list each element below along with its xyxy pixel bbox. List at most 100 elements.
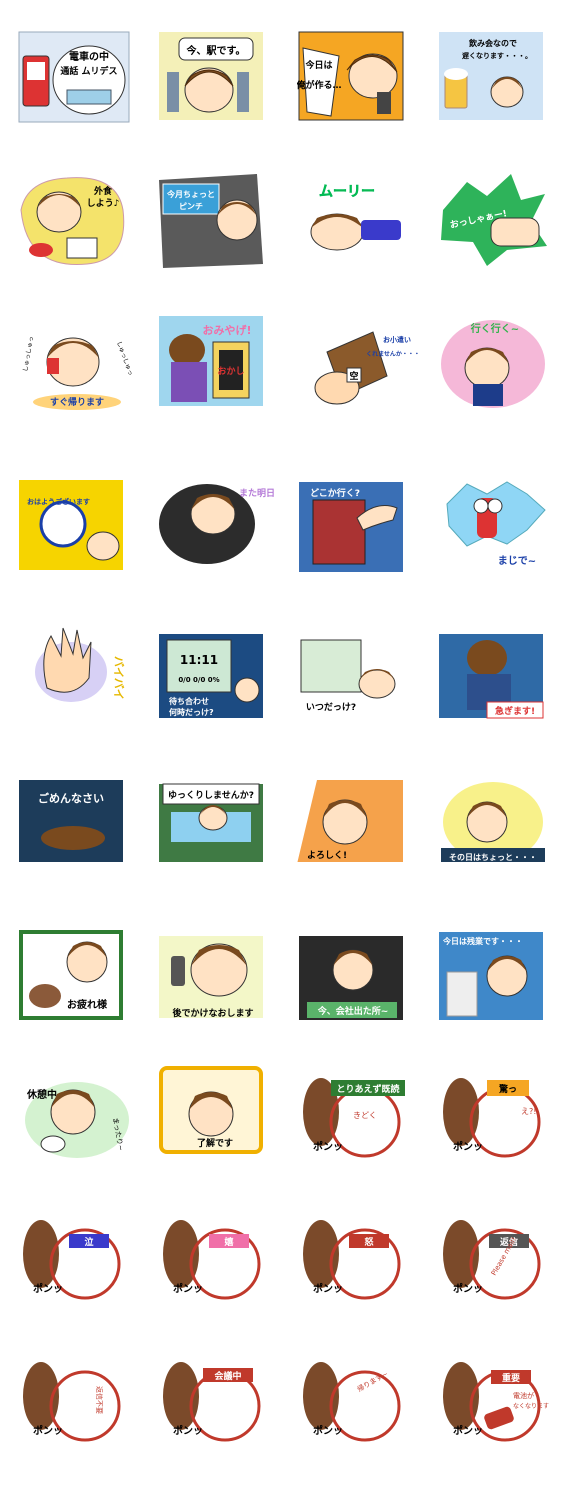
- sticker-that-day[interactable]: その日はちょっと・・・: [437, 738, 561, 862]
- label: 俺が作る…: [297, 79, 342, 91]
- sticker-art: 飲み会なので 遅くなります・・・。: [439, 32, 543, 120]
- label: ポンッ: [453, 1424, 483, 1437]
- sticker-eat-out[interactable]: 外食 しよう♪: [17, 170, 141, 294]
- label: おかし: [217, 366, 244, 377]
- label: 今、駅です。: [186, 44, 246, 57]
- sticker-art: すぐ帰ります しゅっしゅっ しゅっしゅっ: [19, 316, 134, 412]
- label: 今、会社出た所~: [317, 1005, 389, 1017]
- sticker-souvenir[interactable]: おみやげ! おかし: [157, 312, 281, 436]
- sticker-allowance[interactable]: 空 お小遣い くれませんか・・・: [297, 312, 421, 436]
- sticker-at-station[interactable]: 今、駅です。: [157, 28, 281, 152]
- sticker-art: おはようございます: [19, 480, 123, 570]
- sticker-money-tight[interactable]: 今月ちょっと ピンチ: [157, 170, 281, 294]
- sticker-stamp-angry[interactable]: 怒 ポンッ: [297, 1176, 421, 1300]
- sticker-art: 11:11 0/0 0/0 0% 待ち合わせ 何時だっけ?: [159, 634, 263, 718]
- sticker-stamp-happy[interactable]: 嬉 ポンッ: [157, 1176, 281, 1300]
- sticker-lets-go[interactable]: 行く行く~: [437, 312, 561, 436]
- sticker-stamp-no-reply[interactable]: ポンッ 返信不要: [17, 1318, 141, 1442]
- sticker-art: その日はちょっと・・・: [441, 782, 545, 862]
- sticker-art: どこか行く?: [299, 482, 403, 572]
- sticker-art: 急ぎます!: [439, 634, 544, 719]
- label: おはようございます: [27, 497, 90, 506]
- sticker-art: 今日は残業です・・・: [439, 932, 543, 1020]
- label: まじで~: [498, 555, 536, 567]
- label: どこか行く?: [310, 487, 360, 499]
- sticker-good-morning[interactable]: おはようございます: [17, 454, 141, 578]
- sticker-bye-bye[interactable]: バイバイ: [17, 596, 141, 720]
- sticker-art: 休憩中 まったり~: [25, 1082, 129, 1158]
- label: 電車の中: [69, 50, 109, 63]
- sticker-in-a-hurry[interactable]: 急ぎます!: [437, 596, 561, 720]
- sticker-meeting-time[interactable]: 11:11 0/0 0/0 0% 待ち合わせ 何時だっけ?: [157, 596, 281, 720]
- label: ポンッ: [313, 1140, 343, 1153]
- label: お小遣い: [383, 335, 411, 344]
- sticker-see-you-tomorrow[interactable]: また明日: [157, 454, 281, 578]
- sticker-hot-spring[interactable]: ゆっくりしませんか?: [157, 738, 281, 862]
- sticker-art: ゆっくりしませんか?: [159, 783, 263, 862]
- sticker-stamp-reply[interactable]: 返信 ポンッ Please mail!: [437, 1176, 561, 1300]
- sticker-art: 外食 しよう♪: [20, 177, 125, 266]
- sticker-art: 今、駅です。: [159, 32, 263, 120]
- sticker-art: まじで~: [446, 481, 546, 567]
- sticker-seriously[interactable]: まじで~: [437, 454, 561, 578]
- sticker-art: バイバイ: [19, 616, 129, 716]
- sticker-regards[interactable]: よろしく!: [297, 738, 421, 862]
- sticker-art: 後でかけなおします: [159, 936, 263, 1019]
- sticker-left-office[interactable]: 今、会社出た所~: [297, 896, 421, 1020]
- sticker-stamp-read[interactable]: とりあえず既読 ポンッ きどく: [297, 1034, 421, 1158]
- sticker-art: ポンッ 返信不要: [23, 1362, 121, 1442]
- label: 待ち合わせ: [168, 696, 209, 706]
- label: その日はちょっと・・・: [449, 853, 537, 862]
- label: 今月ちょっと: [166, 189, 215, 199]
- sticker-alright[interactable]: おっしゃぁー!: [437, 170, 561, 294]
- sticker-going-somewhere[interactable]: どこか行く?: [297, 454, 421, 578]
- sticker-art: お疲れ様: [19, 930, 123, 1020]
- sticker-understood[interactable]: 了解です: [157, 1034, 281, 1158]
- sticker-art: ポンッ 帰ります~: [303, 1362, 401, 1442]
- sticker-art: 了解です: [159, 1066, 263, 1154]
- label: 驚っ: [498, 1083, 517, 1095]
- label: しよう♪: [87, 198, 120, 209]
- label: ポンッ: [173, 1282, 203, 1295]
- sticker-art: よろしく!: [297, 780, 403, 862]
- sticker-when-was-it[interactable]: いつだっけ?: [297, 596, 421, 720]
- sticker-good-work[interactable]: お疲れ様: [17, 896, 141, 1020]
- label: 何時だっけ?: [169, 707, 214, 717]
- sticker-art: 空 お小遣い くれませんか・・・: [299, 316, 420, 412]
- sticker-drinking-party[interactable]: 飲み会なので 遅くなります・・・。: [437, 28, 561, 152]
- label: 了解です: [197, 1137, 233, 1149]
- label: とりあえず既読: [336, 1083, 399, 1095]
- sticker-stamp-going-home[interactable]: ポンッ 帰ります~: [297, 1318, 421, 1442]
- sticker-stamp-cry[interactable]: 泣 ポンッ: [17, 1176, 141, 1300]
- label: ピンチ: [179, 201, 203, 211]
- sticker-train-call[interactable]: 電車の中 通話 ムリデス: [17, 28, 141, 152]
- sticker-call-back[interactable]: 後でかけなおします: [157, 896, 281, 1020]
- sticker-overtime[interactable]: 今日は残業です・・・: [437, 896, 561, 1020]
- label: 嬉: [223, 1236, 233, 1248]
- sticker-sorry[interactable]: ごめんなさい: [17, 738, 141, 862]
- sticker-going-home[interactable]: すぐ帰ります しゅっしゅっ しゅっしゅっ: [17, 312, 141, 436]
- label: お疲れ様: [67, 998, 108, 1011]
- sticker-grid: 電車の中 通話 ムリデス 今、駅です。 今日は 俺が作る… 飲み会なので 遅くな…: [0, 0, 562, 1500]
- sticker-art: 今、会社出た所~: [299, 936, 403, 1020]
- sticker-cooking[interactable]: 今日は 俺が作る…: [297, 28, 421, 152]
- label: 急ぎます!: [495, 705, 535, 717]
- sticker-art: 今月ちょっと ピンチ: [159, 174, 263, 268]
- label: え?!: [521, 1107, 536, 1116]
- label: きどく: [353, 1111, 377, 1120]
- label: ゆっくりしませんか?: [168, 790, 254, 801]
- label: 後でかけなおします: [172, 1007, 253, 1019]
- sticker-on-break[interactable]: 休憩中 まったり~: [17, 1034, 141, 1158]
- sticker-art: おみやげ! おかし: [159, 316, 263, 406]
- sticker-stamp-important[interactable]: 重要 ポンッ 電池が なくなります: [437, 1318, 561, 1442]
- label: おみやげ!: [202, 323, 251, 337]
- label: 会議中: [214, 1370, 241, 1382]
- sticker-art: 怒 ポンッ: [303, 1220, 401, 1300]
- label: 遅くなります・・・。: [462, 51, 532, 60]
- sticker-stamp-surprised[interactable]: 驚っ ポンッ え?!: [437, 1034, 561, 1158]
- label: また明日: [239, 488, 275, 499]
- sticker-art: 重要 ポンッ 電池が なくなります: [443, 1362, 549, 1442]
- sticker-no-way[interactable]: ムーリー: [297, 170, 421, 294]
- sticker-stamp-meeting[interactable]: 会議中 ポンッ: [157, 1318, 281, 1442]
- label: 0/0 0/0 0%: [178, 676, 219, 684]
